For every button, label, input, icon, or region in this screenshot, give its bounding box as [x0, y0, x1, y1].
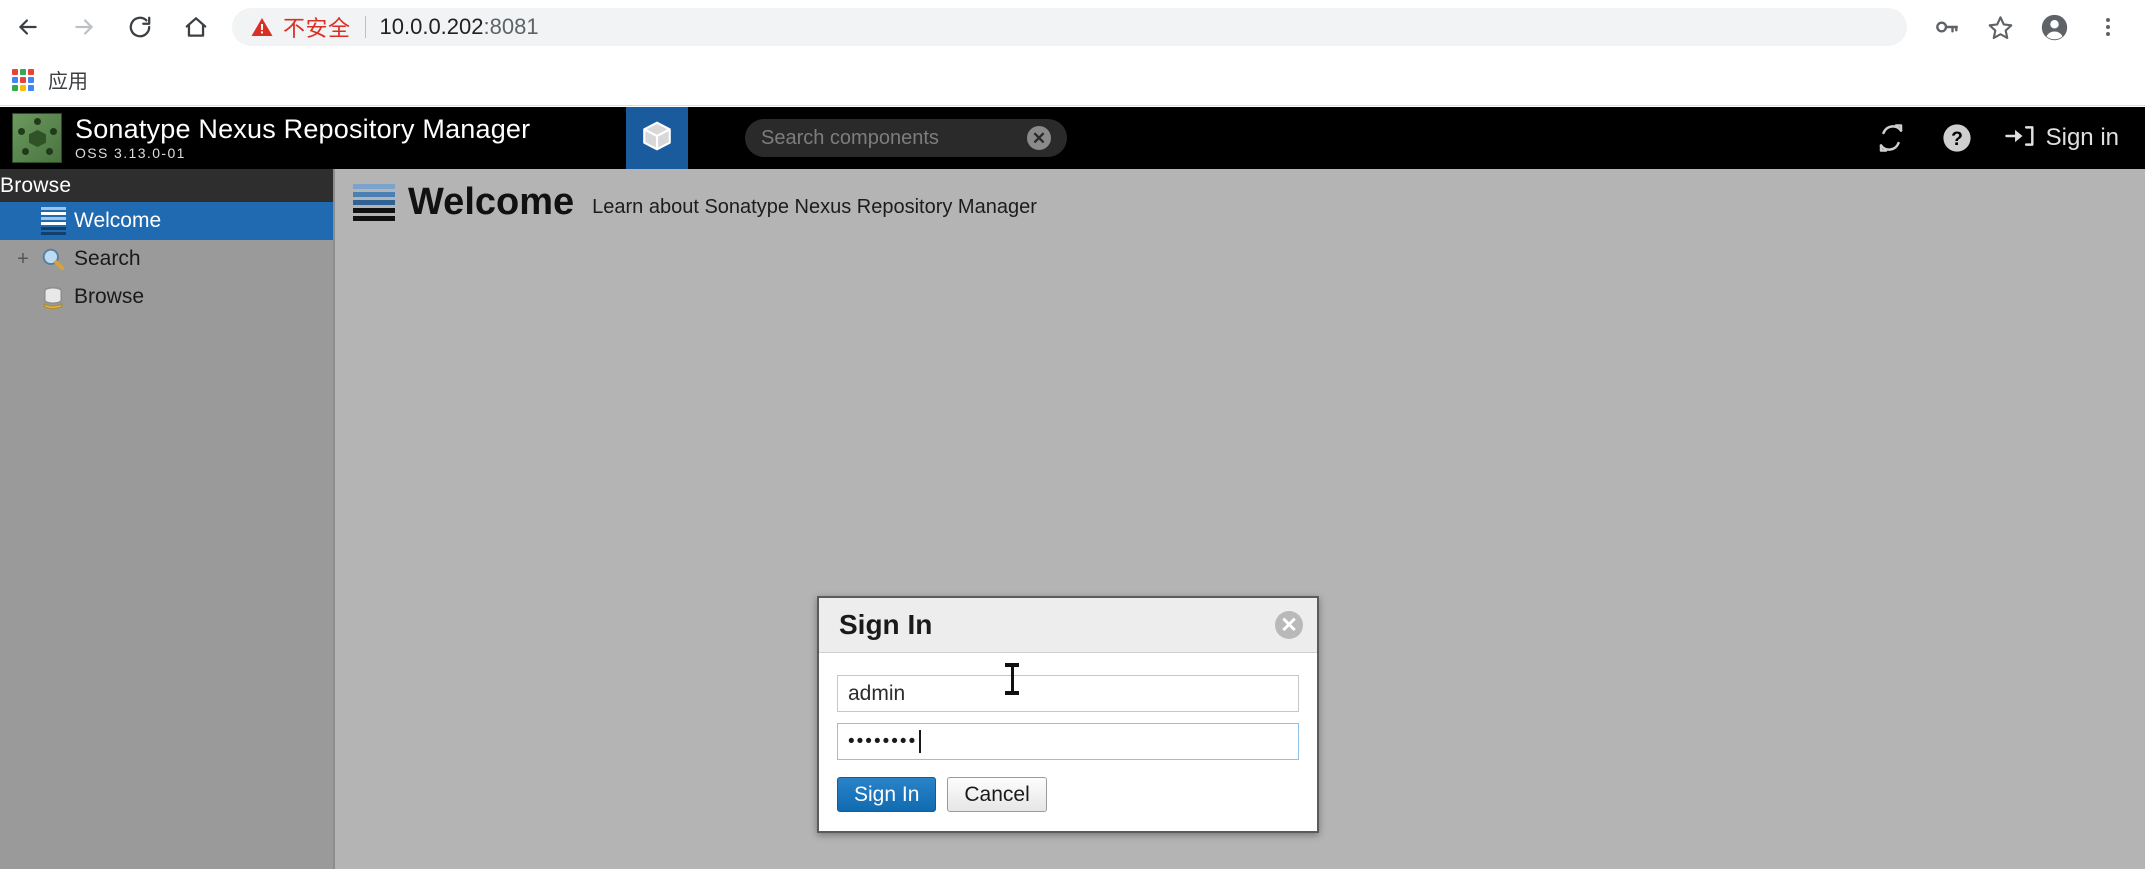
sign-in-label: Sign in: [2045, 124, 2119, 151]
database-icon: [36, 284, 70, 310]
back-arrow-icon[interactable]: [0, 0, 56, 54]
app-title: Sonatype Nexus Repository Manager: [75, 113, 531, 144]
sign-in-dialog: Sign In ✕ admin •••••••• Sign In Cancel: [817, 596, 1319, 833]
browser-toolbar: 不安全 10.0.0.202:8081: [0, 0, 2145, 54]
dialog-header: Sign In ✕: [819, 598, 1317, 653]
bookmark-apps-label[interactable]: 应用: [48, 65, 88, 94]
dialog-sign-in-button[interactable]: Sign In: [837, 777, 937, 812]
sign-in-arrow-icon: [2004, 121, 2036, 156]
search-input[interactable]: Search components: [761, 127, 1027, 150]
nexus-app: Sonatype Nexus Repository Manager OSS 3.…: [0, 107, 2145, 869]
close-x-icon[interactable]: ✕: [1275, 611, 1303, 639]
page-header: Welcome Learn about Sonatype Nexus Repos…: [337, 169, 2145, 221]
sign-in-button[interactable]: Sign in: [2004, 121, 2119, 156]
screen: 不安全 10.0.0.202:8081 应用 Sonatype Nexus Re…: [0, 0, 2145, 869]
username-value: admin: [848, 681, 906, 705]
warning-triangle-icon[interactable]: [250, 15, 274, 39]
app-version: OSS 3.13.0-01: [75, 145, 186, 162]
bookmark-star-icon[interactable]: [1973, 0, 2027, 54]
username-field[interactable]: admin: [837, 675, 1299, 712]
dialog-body: admin ••••••••: [819, 653, 1317, 760]
expander-search[interactable]: +: [10, 249, 36, 269]
password-key-icon[interactable]: [1919, 0, 1973, 54]
nexus-logo: [12, 113, 62, 163]
lines-icon: [36, 207, 70, 235]
cube-icon: [640, 119, 674, 158]
dialog-footer: Sign In Cancel: [819, 771, 1317, 812]
password-field[interactable]: ••••••••: [837, 723, 1299, 760]
profile-avatar-icon[interactable]: [2027, 0, 2081, 54]
omnibox[interactable]: 不安全 10.0.0.202:8081: [232, 8, 1907, 46]
sidebar-item-browse[interactable]: Browse: [0, 278, 333, 316]
sidebar-item-label: Browse: [74, 285, 145, 308]
tab-browse-cube[interactable]: [626, 107, 688, 180]
bookmarks-bar: 应用: [0, 54, 2145, 106]
url-host: 10.0.0.202: [379, 14, 484, 39]
omnibox-divider: [364, 16, 366, 38]
component-search-box[interactable]: Search components ✕: [745, 119, 1067, 157]
toolbar-actions: [1919, 0, 2145, 54]
url-port: :8081: [483, 14, 539, 39]
app-header: Sonatype Nexus Repository Manager OSS 3.…: [0, 107, 2145, 180]
page-subtitle: Learn about Sonatype Nexus Repository Ma…: [592, 195, 1037, 218]
sidebar-item-welcome[interactable]: Welcome: [0, 202, 333, 240]
mouse-cursor-ibeam: [1005, 663, 1019, 695]
sidebar: Browse Welcome + Search Browse: [0, 169, 335, 869]
clear-x-icon[interactable]: ✕: [1027, 126, 1051, 150]
dialog-cancel-button[interactable]: Cancel: [947, 777, 1047, 812]
sidebar-item-label: Welcome: [74, 209, 162, 232]
lines-icon: [353, 183, 395, 221]
password-value: ••••••••: [848, 730, 918, 752]
brand-text: Sonatype Nexus Repository Manager OSS 3.…: [75, 113, 531, 162]
brand: Sonatype Nexus Repository Manager OSS 3.…: [0, 113, 626, 163]
apps-grid-icon[interactable]: [12, 68, 34, 91]
home-icon[interactable]: [168, 0, 224, 54]
url-text[interactable]: 10.0.0.202:8081: [380, 14, 539, 40]
reload-icon[interactable]: [112, 0, 168, 54]
magnifier-icon: [36, 246, 70, 272]
forward-arrow-icon[interactable]: [56, 0, 112, 54]
help-question-icon[interactable]: ?: [1924, 107, 1990, 169]
sidebar-item-label: Search: [74, 247, 141, 270]
dialog-title: Sign In: [839, 609, 933, 640]
svg-text:?: ?: [1951, 129, 1963, 150]
text-caret: [919, 730, 922, 753]
page-title: Welcome: [408, 181, 575, 223]
logo-cube: [29, 130, 46, 147]
sidebar-item-search[interactable]: + Search: [0, 240, 333, 278]
refresh-icon[interactable]: [1858, 107, 1924, 169]
sidebar-header: Browse: [0, 169, 333, 202]
more-menu-icon[interactable]: [2081, 0, 2135, 54]
header-actions: ? Sign in: [1858, 107, 2145, 169]
security-status-label: 不安全: [283, 16, 351, 41]
